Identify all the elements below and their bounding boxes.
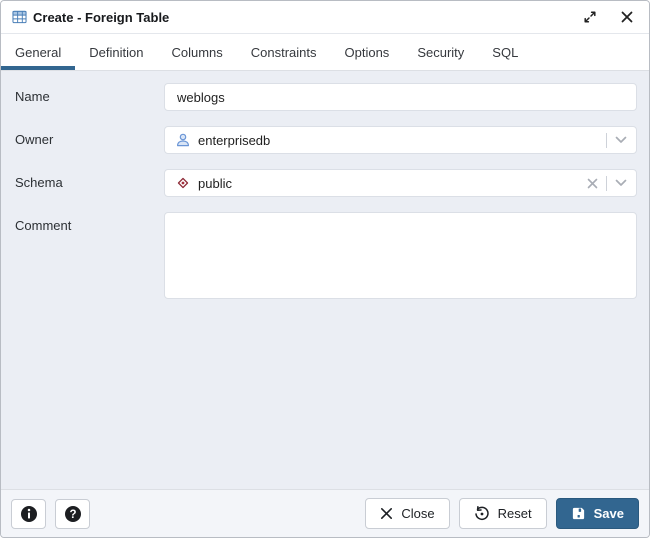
dialog-titlebar: Create - Foreign Table (1, 1, 649, 34)
close-icon[interactable] (619, 9, 635, 25)
owner-label: Owner (13, 126, 164, 147)
reset-icon (474, 506, 490, 522)
create-foreign-table-dialog: Create - Foreign Table General Definitio… (0, 0, 650, 538)
tab-columns[interactable]: Columns (157, 34, 236, 70)
owner-row: Owner enterprisedb (13, 126, 637, 154)
schema-label: Schema (13, 169, 164, 190)
dialog-tabs: General Definition Columns Constraints O… (1, 34, 649, 71)
schema-value: public (198, 176, 232, 191)
dialog-help-button[interactable]: ? (55, 499, 90, 529)
tab-general[interactable]: General (1, 34, 75, 70)
name-label: Name (13, 83, 164, 104)
sql-help-button[interactable] (11, 499, 46, 529)
save-icon (571, 506, 586, 521)
comment-label: Comment (13, 212, 164, 233)
general-tab-panel: Name Owner enterprisedb (1, 71, 649, 489)
info-icon (20, 505, 38, 523)
dialog-footer: ? Close Reset (1, 489, 649, 537)
tab-security[interactable]: Security (403, 34, 478, 70)
chevron-down-icon[interactable] (615, 136, 627, 144)
select-separator (606, 176, 607, 191)
save-button[interactable]: Save (556, 498, 639, 529)
close-x-icon (380, 507, 393, 520)
name-input[interactable] (164, 83, 637, 111)
reset-button[interactable]: Reset (459, 498, 547, 529)
question-icon: ? (64, 505, 82, 523)
comment-row: Comment (13, 212, 637, 304)
clear-icon[interactable] (587, 178, 598, 189)
owner-select[interactable]: enterprisedb (164, 126, 637, 154)
comment-textarea[interactable] (164, 212, 637, 299)
schema-diamond-icon (175, 175, 191, 191)
schema-select[interactable]: public (164, 169, 637, 197)
dialog-title: Create - Foreign Table (33, 10, 169, 25)
name-row: Name (13, 83, 637, 111)
maximize-icon[interactable] (581, 8, 599, 26)
table-icon (12, 10, 27, 24)
owner-value: enterprisedb (198, 133, 270, 148)
schema-row: Schema public (13, 169, 637, 197)
user-icon (175, 132, 191, 148)
tab-definition[interactable]: Definition (75, 34, 157, 70)
chevron-down-icon[interactable] (615, 179, 627, 187)
tab-constraints[interactable]: Constraints (237, 34, 331, 70)
svg-text:?: ? (69, 509, 76, 521)
select-separator (606, 133, 607, 148)
tab-options[interactable]: Options (331, 34, 404, 70)
close-button[interactable]: Close (365, 498, 449, 529)
tab-sql[interactable]: SQL (478, 34, 532, 70)
